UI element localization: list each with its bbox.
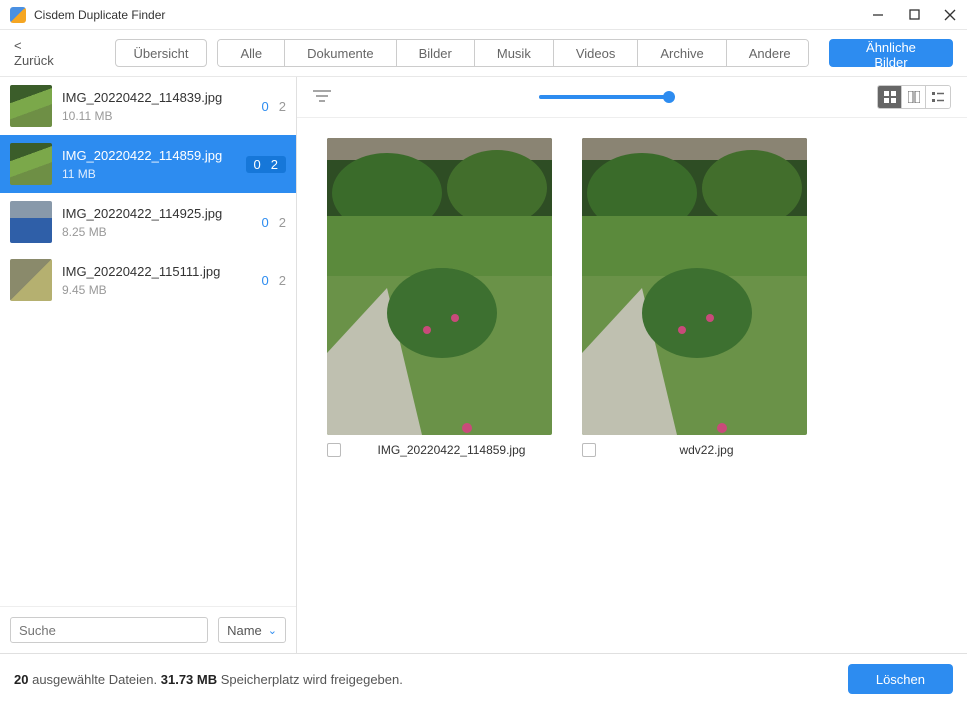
count-active: 0 [254,157,261,172]
tab-images[interactable]: Bilder [397,40,475,66]
view-list-button[interactable] [926,86,950,108]
duplicate-counts: 0 2 [246,156,286,173]
selected-count: 20 [14,672,28,687]
tab-archive[interactable]: Archive [638,40,726,66]
title-left: Cisdem Duplicate Finder [10,7,165,23]
slider-handle[interactable] [663,91,675,103]
preview-image[interactable] [582,138,807,435]
preview-image[interactable] [327,138,552,435]
view-grid-button[interactable] [878,86,902,108]
thumbnail [10,259,52,301]
freed-size: 31.73 MB [161,672,217,687]
select-checkbox[interactable] [582,443,596,457]
preview-card: IMG_20220422_114859.jpg [327,138,552,457]
overview-button[interactable]: Übersicht [115,39,208,67]
file-size: 11 MB [62,167,236,181]
count-total: 2 [279,273,286,288]
tab-all[interactable]: Alle [218,40,285,66]
tab-other[interactable]: Andere [727,40,809,66]
delete-button[interactable]: Löschen [848,664,953,694]
maximize-icon[interactable] [907,8,921,22]
file-name: IMG_20220422_114925.jpg [62,206,252,221]
window-controls [871,8,957,22]
zoom-slider[interactable] [539,95,669,99]
duplicate-counts: 0 2 [262,273,286,288]
file-size: 9.45 MB [62,283,252,297]
category-tabs: Alle Dokumente Bilder Musik Videos Archi… [217,39,809,67]
file-size: 8.25 MB [62,225,252,239]
count-active: 0 [262,215,269,230]
app-icon [10,7,26,23]
file-name: IMG_20220422_115111.jpg [62,264,252,279]
select-checkbox[interactable] [327,443,341,457]
view-toggle [877,85,951,109]
list-item[interactable]: IMG_20220422_114859.jpg 11 MB 0 2 [0,135,296,193]
list-item[interactable]: IMG_20220422_114839.jpg 10.11 MB 0 2 [0,77,296,135]
status-text: 20 ausgewählte Dateien. 31.73 MB Speiche… [14,672,403,687]
list-item[interactable]: IMG_20220422_114925.jpg 8.25 MB 0 2 [0,193,296,251]
sort-dropdown[interactable]: Name ⌄ [218,617,286,643]
view-split-button[interactable] [902,86,926,108]
title-bar: Cisdem Duplicate Finder [0,0,967,30]
chevron-down-icon: ⌄ [268,624,277,637]
tab-music[interactable]: Musik [475,40,554,66]
preview-label: wdv22.jpg [606,443,807,457]
count-active: 0 [262,99,269,114]
app-title: Cisdem Duplicate Finder [34,8,165,22]
count-total: 2 [279,99,286,114]
sort-label: Name [227,623,262,638]
file-list: IMG_20220422_114839.jpg 10.11 MB 0 2 IMG… [0,77,296,606]
count-total: 2 [271,157,278,172]
file-name: IMG_20220422_114859.jpg [62,148,236,163]
preview-card: wdv22.jpg [582,138,807,457]
similar-images-button[interactable]: Ähnliche Bilder [829,39,953,67]
count-active: 0 [262,273,269,288]
duplicate-counts: 0 2 [262,99,286,114]
main: IMG_20220422_114839.jpg 10.11 MB 0 2 IMG… [0,77,967,653]
preview-toolbar [297,77,967,118]
file-name: IMG_20220422_114839.jpg [62,90,252,105]
filter-icon[interactable] [313,89,331,106]
status-bar: 20 ausgewählte Dateien. 31.73 MB Speiche… [0,653,967,704]
back-button[interactable]: < Zurück [14,38,65,68]
sidebar: IMG_20220422_114839.jpg 10.11 MB 0 2 IMG… [0,77,297,653]
search-input[interactable] [10,617,208,643]
tab-videos[interactable]: Videos [554,40,639,66]
tab-documents[interactable]: Dokumente [285,40,396,66]
preview-label: IMG_20220422_114859.jpg [351,443,552,457]
sidebar-bottom: Name ⌄ [0,606,296,653]
close-icon[interactable] [943,8,957,22]
preview-panel: IMG_20220422_114859.jpg [297,77,967,653]
minimize-icon[interactable] [871,8,885,22]
count-total: 2 [279,215,286,230]
thumbnail [10,85,52,127]
list-item[interactable]: IMG_20220422_115111.jpg 9.45 MB 0 2 [0,251,296,309]
thumbnail [10,143,52,185]
file-size: 10.11 MB [62,109,252,123]
thumbnail [10,201,52,243]
preview-body: IMG_20220422_114859.jpg [297,118,967,653]
duplicate-counts: 0 2 [262,215,286,230]
toolbar: < Zurück Übersicht Alle Dokumente Bilder… [0,30,967,77]
